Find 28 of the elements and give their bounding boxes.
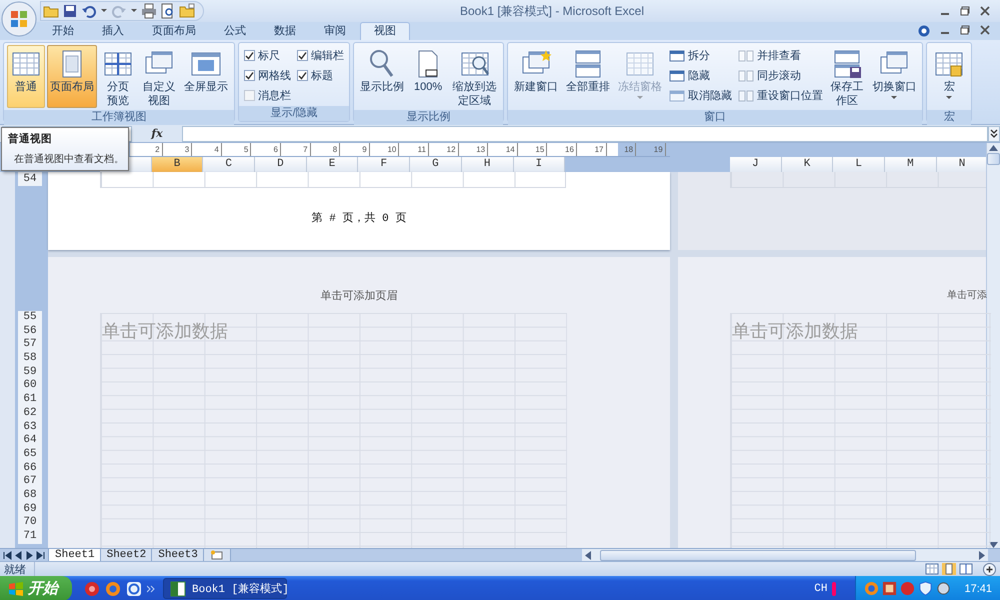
ruler-number: 5 — [222, 143, 252, 156]
group-label: 宏 — [927, 110, 972, 125]
ruler-number: 16 — [547, 143, 577, 156]
tooltip-title: 普通视图 — [8, 132, 52, 146]
ruler-number: 12 — [428, 143, 459, 156]
ruler-number: 17 — [576, 143, 606, 156]
window-title: Book1 [兼容模式] - Microsoft Excel — [458, 2, 646, 20]
ruler-number: 7 — [280, 143, 311, 156]
clock: 17:41 — [964, 582, 992, 594]
ruler-number: 14 — [488, 143, 518, 156]
ruler-number: 15 — [518, 143, 548, 156]
group-label: 工作簿视图 — [4, 110, 234, 125]
ruler-number: 9 — [340, 143, 370, 156]
ruler-number: 3 — [162, 143, 192, 156]
tooltip-text: 在普通视图中查看文档。 — [14, 152, 124, 166]
ruler-number: 18 — [606, 143, 636, 156]
ruler-number: 6 — [251, 143, 281, 156]
ruler-number: 2 — [133, 143, 163, 156]
ruler-number: 8 — [310, 143, 340, 156]
group-label: 窗口 — [508, 110, 922, 125]
ruler-number: 11 — [399, 143, 429, 156]
ruler-number: 19 — [636, 143, 666, 156]
ruler-number: 4 — [192, 143, 222, 156]
ruler-number: 13 — [458, 143, 488, 156]
page-footer: 第 # 页，共 0 页 — [48, 210, 670, 225]
group-label: 显示/隐藏 — [239, 106, 350, 121]
group-label: 显示比例 — [354, 110, 504, 125]
ruler-number: 10 — [370, 143, 400, 156]
